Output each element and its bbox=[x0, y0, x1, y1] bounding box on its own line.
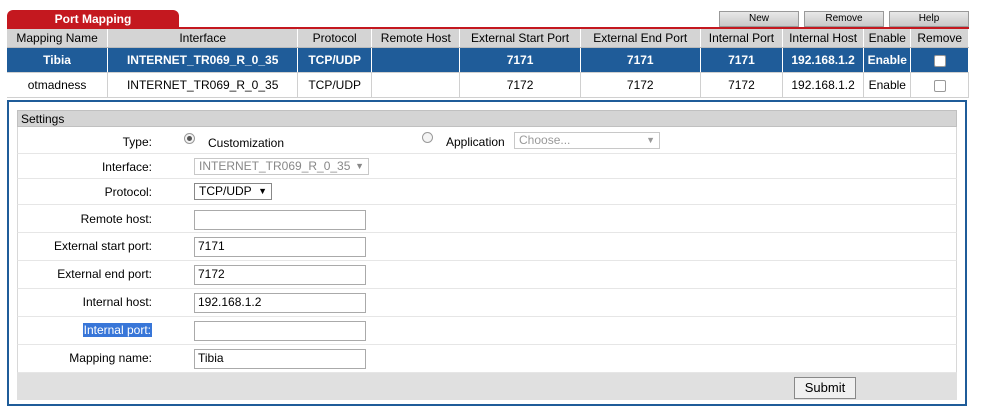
protocol-select[interactable]: TCP/UDP ▼ bbox=[194, 183, 272, 200]
mapping-name-input[interactable]: Tibia bbox=[194, 349, 366, 369]
ext-end-label: External end port: bbox=[57, 267, 152, 281]
dropdown-arrow-icon: ▼ bbox=[646, 135, 655, 145]
protocol-label: Protocol: bbox=[104, 185, 152, 199]
submit-button[interactable]: Submit bbox=[794, 377, 856, 399]
remote-host-cell bbox=[371, 47, 461, 73]
port-mapping-tab[interactable]: Port Mapping bbox=[7, 10, 179, 28]
int-host-cell: 192.168.1.2 bbox=[782, 47, 865, 73]
int-host-row: Internal host: 192.168.1.2 bbox=[17, 289, 957, 317]
ext-start-input[interactable]: 7171 bbox=[194, 237, 366, 257]
column-header: Mapping Name bbox=[7, 29, 109, 48]
ext-end-input[interactable]: 7172 bbox=[194, 265, 366, 285]
interface-select-value: INTERNET_TR069_R_0_35 bbox=[199, 159, 351, 173]
ext-end-row: External end port: 7172 bbox=[17, 261, 957, 289]
protocol-cell: TCP/UDP bbox=[297, 72, 373, 98]
ext-start-cell: 7171 bbox=[459, 47, 581, 73]
mapping-name-label: Mapping name: bbox=[69, 351, 152, 365]
int-port-row: Internal port: bbox=[17, 317, 957, 345]
dropdown-arrow-icon: ▼ bbox=[258, 186, 267, 196]
protocol-row: Protocol: TCP/UDP ▼ bbox=[17, 179, 957, 205]
dropdown-arrow-icon: ▼ bbox=[355, 161, 364, 171]
table-header-row: Mapping Name Interface Protocol Remote H… bbox=[7, 29, 969, 48]
column-header: Enable bbox=[863, 29, 912, 48]
protocol-select-value: TCP/UDP bbox=[199, 184, 252, 198]
application-label: Application bbox=[446, 135, 505, 149]
enable-cell: Enable bbox=[863, 47, 912, 73]
application-radio[interactable] bbox=[422, 132, 433, 143]
remove-checkbox[interactable] bbox=[933, 54, 946, 67]
table-row[interactable]: otmadness INTERNET_TR069_R_0_35 TCP/UDP … bbox=[7, 72, 969, 98]
protocol-cell: TCP/UDP bbox=[297, 47, 373, 73]
enable-cell: Enable bbox=[863, 72, 912, 98]
ext-start-row: External start port: 7171 bbox=[17, 233, 957, 261]
remote-host-label: Remote host: bbox=[80, 212, 152, 226]
int-port-cell: 7172 bbox=[700, 72, 784, 98]
remove-cell bbox=[910, 47, 969, 73]
remove-cell bbox=[910, 72, 969, 98]
column-header: Protocol bbox=[297, 29, 373, 48]
int-port-input[interactable] bbox=[194, 321, 366, 341]
help-button[interactable]: Help bbox=[889, 11, 969, 27]
column-header: Interface bbox=[107, 29, 299, 48]
customization-radio[interactable] bbox=[184, 133, 195, 144]
int-host-input[interactable]: 192.168.1.2 bbox=[194, 293, 366, 313]
settings-panel: Settings Type: Customization Application… bbox=[7, 100, 967, 406]
port-mapping-table: Mapping Name Interface Protocol Remote H… bbox=[7, 29, 969, 98]
interface-label: Interface: bbox=[101, 160, 152, 174]
ext-start-label: External start port: bbox=[53, 239, 152, 253]
remove-checkbox[interactable] bbox=[933, 79, 946, 92]
settings-header: Settings bbox=[17, 110, 957, 127]
interface-cell: INTERNET_TR069_R_0_35 bbox=[107, 47, 299, 73]
application-select[interactable]: Choose... ▼ bbox=[514, 132, 660, 149]
column-header: External End Port bbox=[580, 29, 701, 48]
column-header: Remove bbox=[910, 29, 969, 48]
ext-end-cell: 7171 bbox=[580, 47, 701, 73]
mapping-name-cell: Tibia bbox=[7, 47, 109, 73]
customization-label: Customization bbox=[208, 136, 285, 150]
ext-start-cell: 7172 bbox=[459, 72, 581, 98]
int-host-cell: 192.168.1.2 bbox=[782, 72, 865, 98]
column-header: External Start Port bbox=[459, 29, 581, 48]
interface-cell: INTERNET_TR069_R_0_35 bbox=[107, 72, 299, 98]
mapping-name-cell: otmadness bbox=[7, 72, 109, 98]
table-row[interactable]: Tibia INTERNET_TR069_R_0_35 TCP/UDP 7171… bbox=[7, 47, 969, 73]
remote-host-row: Remote host: bbox=[17, 205, 957, 233]
column-header: Remote Host bbox=[371, 29, 461, 48]
type-label: Type: bbox=[122, 135, 152, 149]
remote-host-cell bbox=[371, 72, 461, 98]
ext-end-cell: 7172 bbox=[580, 72, 701, 98]
remove-button[interactable]: Remove bbox=[804, 11, 884, 27]
int-port-cell: 7171 bbox=[700, 47, 784, 73]
int-port-label: Internal port: bbox=[82, 323, 152, 337]
column-header: Internal Port bbox=[700, 29, 784, 48]
new-button[interactable]: New bbox=[719, 11, 799, 27]
remote-host-input[interactable] bbox=[194, 210, 366, 230]
column-header: Internal Host bbox=[782, 29, 865, 48]
interface-select: INTERNET_TR069_R_0_35 ▼ bbox=[194, 158, 369, 175]
type-row: Type: Customization Application Choose..… bbox=[17, 127, 957, 154]
mapping-name-row: Mapping name: Tibia bbox=[17, 345, 957, 373]
application-select-value: Choose... bbox=[519, 133, 571, 147]
interface-row: Interface: INTERNET_TR069_R_0_35 ▼ bbox=[17, 154, 957, 179]
int-host-label: Internal host: bbox=[82, 295, 152, 309]
